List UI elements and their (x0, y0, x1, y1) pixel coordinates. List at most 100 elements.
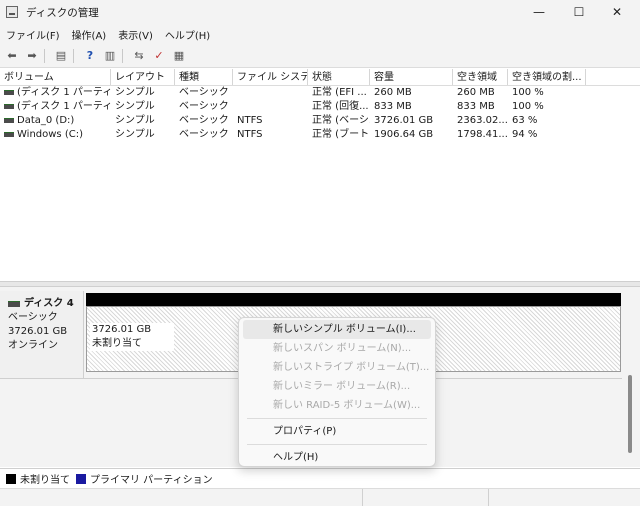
menu-action[interactable]: 操作(A) (66, 27, 113, 42)
unallocated-color-bar (86, 293, 621, 306)
menu-separator (247, 444, 427, 445)
capacity-cell: 260 MB (374, 87, 412, 98)
disk-info-panel[interactable]: ディスク 4 ベーシック 3726.01 GB オンライン (0, 291, 84, 378)
toolbar-separator (44, 48, 45, 63)
menu-bar: ファイル(F) 操作(A) 表示(V) ヘルプ(H) (0, 24, 640, 44)
connect-disk-icon[interactable]: ⇆ (131, 48, 147, 64)
volume-cell: (ディスク 1 パーティショ... (0, 100, 111, 114)
unallocated-label: 未割り当て (92, 338, 142, 349)
free-percent-cell: 100 % (512, 87, 544, 98)
status-bar (0, 488, 640, 506)
check-icon[interactable]: ✓ (151, 48, 167, 64)
menu-item-new-striped-volume: 新しいストライプ ボリューム(T)... (273, 362, 430, 373)
unallocated-legend-swatch (6, 473, 16, 484)
status-cell: 正常 (ベーシ... (312, 115, 370, 126)
free-percent-cell: 63 % (512, 115, 538, 126)
window-title: ディスクの管理 (26, 6, 99, 19)
column-header-free-percent[interactable]: 空き領域の割... (508, 69, 586, 85)
menu-help[interactable]: ヘルプ(H) (159, 27, 216, 42)
unallocated-text: 3726.01 GB 未割り当て (90, 323, 174, 351)
filesystem-cell: NTFS (237, 115, 263, 126)
filesystem-cell: NTFS (237, 129, 263, 140)
column-header-type[interactable]: 種類 (175, 69, 233, 85)
capacity-cell: 3726.01 GB (374, 115, 434, 126)
table-row[interactable]: (ディスク 1 パーティショ... シンプル ベーシック 正常 (回復... 8… (0, 100, 640, 114)
menu-item-new-raid5-volume: 新しい RAID-5 ボリューム(W)... (273, 400, 421, 411)
volume-name: Windows (C:) (17, 129, 83, 140)
free-space-cell: 260 MB (457, 87, 495, 98)
column-header-status[interactable]: 状態 (308, 69, 370, 85)
volume-icon (4, 89, 14, 95)
disk-size: 3726.01 GB (8, 326, 68, 337)
volume-list: ボリューム レイアウト 種類 ファイル システム 状態 容量 空き領域 空き領域… (0, 69, 640, 281)
legend-unallocated: 未割り当て (20, 475, 70, 486)
volume-cell: Windows (C:) (0, 128, 111, 142)
menu-item-new-simple-volume[interactable]: 新しいシンプル ボリューム(I)... (243, 320, 431, 339)
menu-item-properties[interactable]: プロパティ(P) (243, 422, 431, 441)
layout-cell: シンプル (115, 101, 155, 112)
column-header-volume[interactable]: ボリューム (0, 69, 111, 85)
menu-item-new-mirrored-volume: 新しいミラー ボリューム(R)... (273, 381, 411, 392)
menu-file[interactable]: ファイル(F) (0, 27, 66, 42)
toolbar-separator (122, 48, 123, 63)
capacity-cell: 833 MB (374, 101, 412, 112)
console-tree-icon[interactable]: ▤ (53, 48, 69, 64)
column-header-filesystem[interactable]: ファイル システム (233, 69, 308, 85)
layout-cell: シンプル (115, 129, 155, 140)
scrollbar-thumb[interactable] (628, 375, 632, 453)
menu-item-new-spanned-volume: 新しいスパン ボリューム(N)... (273, 343, 412, 354)
volume-cell: Data_0 (D:) (0, 114, 111, 128)
filesystem-cell (233, 86, 308, 100)
volume-list-header: ボリューム レイアウト 種類 ファイル システム 状態 容量 空き領域 空き領域… (0, 69, 640, 86)
volume-icon (4, 103, 14, 109)
table-row[interactable]: (ディスク 1 パーティショ... シンプル ベーシック 正常 (EFI ...… (0, 86, 640, 100)
toolbar: ⬅ ➡ ▤ ? ▥ ⇆ ✓ ▦ (0, 44, 640, 68)
legend-primary-partition: プライマリ パーティション (90, 475, 213, 486)
filesystem-cell (233, 100, 308, 114)
primary-partition-legend-swatch (76, 473, 86, 484)
help-icon[interactable]: ? (82, 48, 98, 64)
properties-icon[interactable]: ▦ (171, 48, 187, 64)
column-header-free-space[interactable]: 空き領域 (453, 69, 508, 85)
disk-icon (8, 301, 20, 307)
legend: 未割り当て プライマリ パーティション (0, 468, 640, 488)
status-cell: 正常 (回復... (312, 101, 369, 112)
status-bar-divider (488, 489, 489, 506)
volume-icon (4, 117, 14, 123)
capacity-cell: 1906.64 GB (374, 129, 434, 140)
type-cell: ベーシック (179, 101, 229, 112)
menu-view[interactable]: 表示(V) (112, 27, 159, 42)
help-pane-icon[interactable]: ▥ (102, 48, 118, 64)
disk-type: ベーシック (8, 312, 58, 323)
disk-name: ディスク 4 (24, 298, 74, 309)
status-bar-divider (362, 489, 363, 506)
layout-cell: シンプル (115, 87, 155, 98)
column-header-layout[interactable]: レイアウト (111, 69, 175, 85)
free-space-cell: 2363.02... (457, 115, 508, 126)
forward-arrow-icon[interactable]: ➡ (24, 48, 40, 64)
free-percent-cell: 100 % (512, 101, 544, 112)
back-arrow-icon[interactable]: ⬅ (4, 48, 20, 64)
status-cell: 正常 (ブート... (312, 129, 370, 140)
close-button[interactable]: ✕ (594, 0, 640, 24)
table-row[interactable]: Windows (C:) シンプル ベーシック NTFS 正常 (ブート... … (0, 128, 640, 142)
disk-status: オンライン (8, 340, 58, 351)
menu-separator (247, 418, 427, 419)
layout-cell: シンプル (115, 115, 155, 126)
volume-icon (4, 131, 14, 137)
volume-cell: (ディスク 1 パーティショ... (0, 86, 111, 100)
type-cell: ベーシック (179, 115, 229, 126)
volume-name: (ディスク 1 パーティショ... (17, 101, 111, 112)
type-cell: ベーシック (179, 129, 229, 140)
free-space-cell: 833 MB (457, 101, 495, 112)
menu-item-help[interactable]: ヘルプ(H) (243, 448, 431, 467)
unallocated-size: 3726.01 GB (92, 324, 152, 335)
vertical-scrollbar[interactable] (625, 287, 640, 467)
table-row[interactable]: Data_0 (D:) シンプル ベーシック NTFS 正常 (ベーシ... 3… (0, 114, 640, 128)
column-header-capacity[interactable]: 容量 (370, 69, 453, 85)
context-menu: 新しいシンプル ボリューム(I)... 新しいスパン ボリューム(N)... 新… (238, 317, 436, 467)
status-cell: 正常 (EFI ... (312, 87, 367, 98)
volume-name: (ディスク 1 パーティショ... (17, 87, 111, 98)
volume-name: Data_0 (D:) (17, 115, 75, 126)
type-cell: ベーシック (179, 87, 229, 98)
